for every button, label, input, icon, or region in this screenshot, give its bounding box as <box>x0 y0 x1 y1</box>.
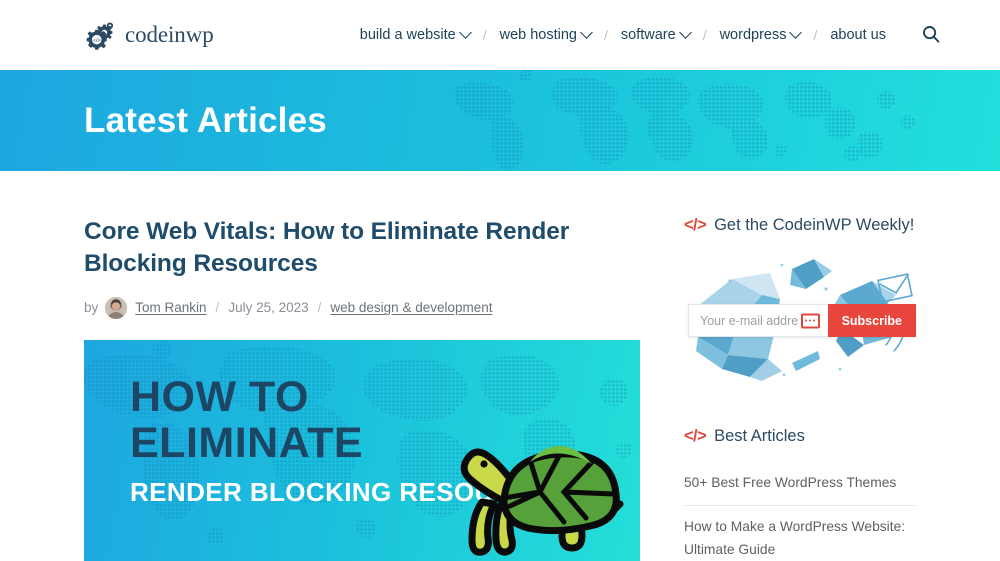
newsletter-title: </> Get the CodeinWP Weekly! <box>684 216 916 235</box>
best-articles-title-text: Best Articles <box>714 427 805 445</box>
nav-item-build-a-website[interactable]: build a website <box>359 25 472 43</box>
best-articles-list: 50+ Best Free WordPress Themes How to Ma… <box>684 462 916 561</box>
best-articles-widget: </> Best Articles 50+ Best Free WordPres… <box>684 427 916 561</box>
author-avatar <box>105 296 128 319</box>
site-header: </> codeinwp build a website / web hosti… <box>0 0 1000 70</box>
gear-code-logo-icon: </> <box>84 18 118 52</box>
main-content: Core Web Vitals: How to Eliminate Render… <box>84 171 640 561</box>
nav-separator: / <box>603 27 608 43</box>
list-item: 50+ Best Free WordPress Themes <box>684 462 916 507</box>
best-article-link[interactable]: How to Make a WordPress Website: Ultimat… <box>684 506 916 561</box>
chevron-down-icon <box>789 25 803 39</box>
nav-item-web-hosting[interactable]: web hosting <box>499 25 593 43</box>
nav-label: about us <box>830 27 886 43</box>
brand-name: codeinwp <box>125 22 214 47</box>
nav-item-about-us[interactable]: about us <box>830 27 886 43</box>
article-title[interactable]: Core Web Vitals: How to Eliminate Render… <box>84 216 640 281</box>
nav-item-wordpress[interactable]: wordpress <box>719 25 803 43</box>
list-item: How to Make a WordPress Website: Ultimat… <box>684 506 916 561</box>
nav-separator: / <box>702 27 707 43</box>
meta-separator: / <box>215 300 220 316</box>
newsletter-widget: </> Get the CodeinWP Weekly! Your e-mail… <box>684 216 916 387</box>
email-input-wrapper <box>688 304 828 337</box>
author-link[interactable]: Tom Rankin <box>135 300 206 315</box>
world-map-dots-pattern <box>453 70 915 171</box>
newsletter-title-text: Get the CodeinWP Weekly! <box>714 216 915 234</box>
search-button[interactable] <box>922 25 940 46</box>
subscribe-button[interactable]: Subscribe <box>827 304 916 337</box>
code-tag-icon: </> <box>684 216 707 234</box>
search-icon <box>922 25 940 46</box>
by-label: by <box>84 300 99 316</box>
best-articles-title: </> Best Articles <box>684 427 916 446</box>
mailchimp-dots-icon <box>800 313 820 328</box>
main-navigation: build a website / web hosting / software… <box>360 25 1000 46</box>
nav-separator: / <box>813 27 818 43</box>
code-tag-icon: </> <box>684 427 707 445</box>
svg-text:</>: </> <box>93 38 101 44</box>
page-body: Core Web Vitals: How to Eliminate Render… <box>0 171 1000 561</box>
green-turtle-icon <box>458 430 630 561</box>
newsletter-form: Subscribe <box>688 304 916 337</box>
nav-label: software <box>620 27 676 43</box>
nav-separator: / <box>482 27 487 43</box>
best-article-link[interactable]: 50+ Best Free WordPress Themes <box>684 462 916 505</box>
hero-banner: Latest Articles <box>0 70 1000 171</box>
publish-date: July 25, 2023 <box>228 300 309 316</box>
chevron-down-icon <box>458 25 472 39</box>
page-title: Latest Articles <box>84 100 327 140</box>
brand-logo-link[interactable]: </> codeinwp <box>84 18 214 52</box>
nav-label: wordpress <box>719 27 787 43</box>
meta-separator: / <box>317 300 322 316</box>
nav-label: build a website <box>359 27 456 43</box>
category-link[interactable]: web design & development <box>330 300 492 315</box>
nav-label: web hosting <box>499 27 577 43</box>
chevron-down-icon <box>678 25 692 39</box>
sidebar: </> Get the CodeinWP Weekly! Your e-mail… <box>684 171 916 561</box>
featured-line-1: HOW TO <box>130 372 309 421</box>
article-featured-image[interactable]: HOW TO ELIMINATE RENDER BLOCKING RESOURC… <box>84 339 640 561</box>
nav-item-software[interactable]: software <box>620 25 692 43</box>
newsletter-illustration-box: Subscribe <box>684 251 916 387</box>
chevron-down-icon <box>580 25 593 39</box>
article-meta: by Tom Rankin / July 25, 2023 / web desi… <box>84 296 640 319</box>
article-card: Core Web Vitals: How to Eliminate Render… <box>84 216 640 561</box>
